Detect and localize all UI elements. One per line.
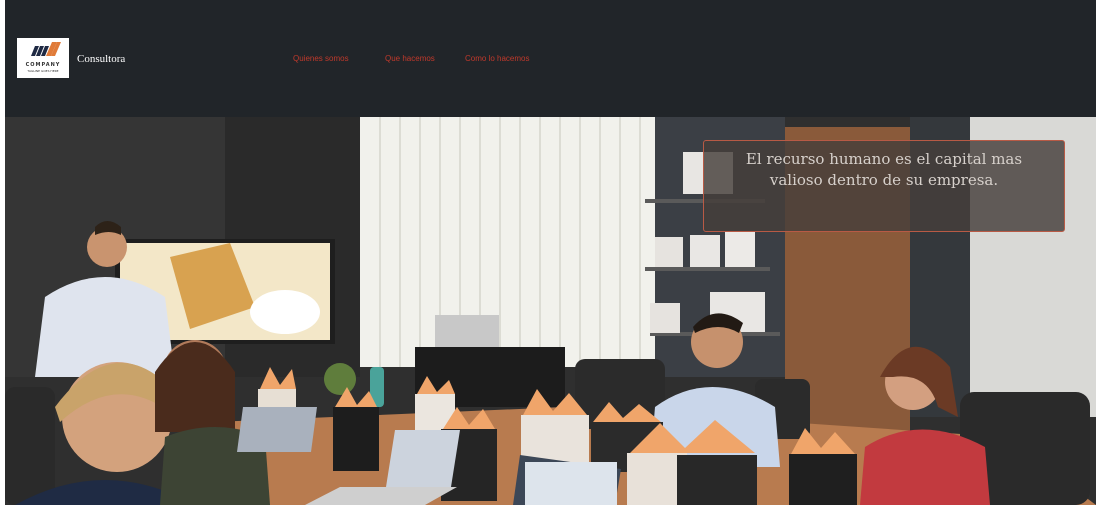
logo-tagline: TAGLINE GOES HERE (27, 69, 59, 73)
brand-name[interactable]: Consultora (77, 53, 125, 65)
nav-link-que-hacemos[interactable]: Que hacemos (385, 54, 435, 63)
nav-link-quienes-somos[interactable]: Quienes somos (293, 54, 349, 63)
logo-word: COMPANY (25, 62, 61, 68)
quote-box: El recurso humano es el capital mas vali… (703, 140, 1065, 232)
navbar: COMPANY TAGLINE GOES HERE Consultora Qui… (5, 0, 1096, 117)
hero-section: El recurso humano es el capital mas vali… (5, 117, 1096, 505)
nav-link-como-lo-hacemos[interactable]: Como lo hacemos (465, 54, 529, 63)
page: COMPANY TAGLINE GOES HERE Consultora Qui… (5, 0, 1096, 505)
hero-quote: El recurso humano es el capital mas vali… (745, 150, 1023, 189)
company-logo[interactable]: COMPANY TAGLINE GOES HERE (17, 38, 69, 78)
